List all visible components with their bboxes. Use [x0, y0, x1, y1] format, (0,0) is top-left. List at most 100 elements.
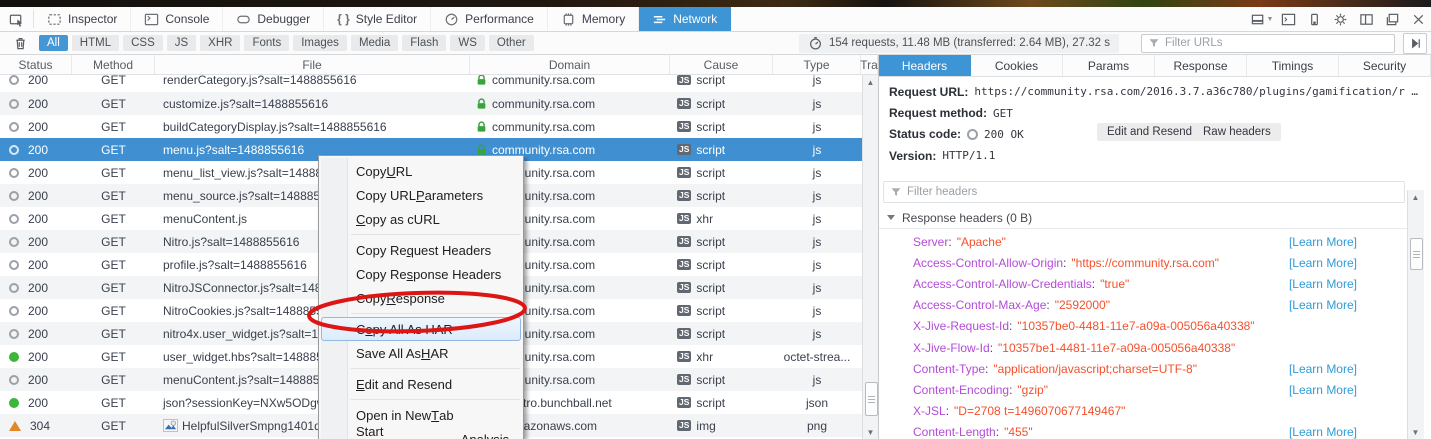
- close-button[interactable]: [1405, 7, 1431, 31]
- tab-network[interactable]: Network: [639, 7, 731, 31]
- cause: script: [696, 373, 725, 387]
- scroll-up-arrow[interactable]: ▲: [863, 75, 878, 89]
- status-code: 200: [28, 396, 48, 410]
- filter-flash[interactable]: Flash: [402, 35, 446, 51]
- menu-item-copy-request-headers[interactable]: Copy Request Headers: [321, 238, 521, 262]
- header-name: X-Jive-Request-Id: [913, 319, 1009, 333]
- tab-console[interactable]: Console: [131, 7, 223, 31]
- debugger-icon: [236, 12, 251, 27]
- filter-html[interactable]: HTML: [72, 35, 119, 51]
- learn-more-link[interactable]: [Learn More]: [1289, 362, 1357, 376]
- details-tab-headers[interactable]: Headers: [879, 55, 971, 76]
- filter-ws[interactable]: WS: [450, 35, 485, 51]
- menu-item-copy-url-parameters[interactable]: Copy URL Parameters: [321, 183, 521, 207]
- js-cause-badge: JS: [677, 420, 691, 431]
- learn-more-link[interactable]: [Learn More]: [1289, 256, 1357, 270]
- menu-item-edit-and-resend[interactable]: Edit and Resend: [321, 372, 521, 396]
- raw-headers-button[interactable]: Raw headers: [1193, 123, 1281, 141]
- details-tab-params[interactable]: Params: [1063, 55, 1155, 76]
- tab-performance[interactable]: Performance: [431, 7, 548, 31]
- clear-requests-button[interactable]: [4, 36, 37, 51]
- console-split-button[interactable]: [1275, 7, 1301, 31]
- header-value: "10357be0-4481-11e7-a09a-005056a40338": [1017, 319, 1254, 333]
- menu-item-start-performance-analysis[interactable]: Start Performance Analysis...: [321, 427, 521, 439]
- js-cause-badge: JS: [677, 98, 691, 109]
- requests-scrollbar[interactable]: ▲ ▼: [862, 75, 878, 439]
- details-tab-response[interactable]: Response: [1155, 55, 1247, 76]
- filter-media[interactable]: Media: [351, 35, 398, 51]
- menu-item-copy-response-headers[interactable]: Copy Response Headers: [321, 262, 521, 286]
- method: GET: [72, 97, 155, 111]
- menu-item-copy-as-curl[interactable]: Copy as cURL: [321, 207, 521, 231]
- scroll-down-arrow[interactable]: ▼: [863, 425, 878, 439]
- filter-headers-input[interactable]: Filter headers: [883, 181, 1405, 203]
- method: GET: [72, 327, 155, 341]
- type: js: [773, 258, 861, 272]
- status-code-icon: [967, 129, 978, 140]
- edit-and-resend-button[interactable]: Edit and Resend: [1097, 123, 1202, 141]
- details-pane-toggle-button[interactable]: [1403, 33, 1427, 54]
- tab-inspector[interactable]: Inspector: [34, 7, 131, 31]
- menu-item-copy-url[interactable]: Copy URL: [321, 159, 521, 183]
- requests-summary[interactable]: 154 requests, 11.48 MB (transferred: 2.6…: [799, 34, 1119, 53]
- funnel-icon: [1148, 37, 1160, 49]
- details-tab-cookies[interactable]: Cookies: [971, 55, 1063, 76]
- filter-other[interactable]: Other: [489, 35, 534, 51]
- image-icon: [163, 419, 178, 432]
- details-tab-security[interactable]: Security: [1339, 55, 1431, 76]
- sidebar-icon: [1359, 12, 1374, 27]
- scrollbar-thumb[interactable]: [865, 382, 878, 416]
- pick-element-icon: [9, 12, 24, 27]
- learn-more-link[interactable]: [Learn More]: [1289, 277, 1357, 291]
- popout-button[interactable]: [1379, 7, 1405, 31]
- sidebar-button[interactable]: [1353, 7, 1379, 31]
- cause: script: [696, 143, 725, 157]
- js-cause-badge: JS: [677, 259, 691, 270]
- request-row[interactable]: 200 GET customize.js?salt=1488855616 com…: [0, 92, 862, 115]
- menu-item-save-all-as-har[interactable]: Save All As HAR: [321, 341, 521, 365]
- filter-fonts[interactable]: Fonts: [244, 35, 289, 51]
- menu-separator: [351, 313, 520, 314]
- scroll-down-arrow[interactable]: ▼: [1408, 425, 1423, 439]
- column-header-type[interactable]: Type: [773, 55, 861, 74]
- details-tab-timings[interactable]: Timings: [1247, 55, 1339, 76]
- tab-style-editor[interactable]: { } Style Editor: [324, 7, 431, 31]
- tab-debugger[interactable]: Debugger: [223, 7, 324, 31]
- learn-more-link[interactable]: [Learn More]: [1289, 425, 1357, 439]
- details-scrollbar[interactable]: ▲ ▼: [1407, 190, 1424, 439]
- http-version-value: HTTP/1.1: [942, 149, 995, 162]
- pick-element-button[interactable]: [0, 7, 33, 31]
- request-row[interactable]: 200 GET renderCategory.js?salt=148885561…: [0, 75, 862, 92]
- scrollbar-thumb[interactable]: [1410, 238, 1423, 270]
- request-row[interactable]: 200 GET buildCategoryDisplay.js?salt=148…: [0, 115, 862, 138]
- gear-button[interactable]: [1327, 7, 1353, 31]
- column-header-cause[interactable]: Cause: [670, 55, 773, 74]
- menu-item-copy-response[interactable]: Copy Response: [321, 286, 521, 310]
- learn-more-link[interactable]: [Learn More]: [1289, 383, 1357, 397]
- filter-xhr[interactable]: XHR: [200, 35, 240, 51]
- method: GET: [72, 212, 155, 226]
- responsive-button[interactable]: [1301, 7, 1327, 31]
- column-header-status[interactable]: Status: [0, 55, 72, 74]
- tab-memory[interactable]: Memory: [548, 7, 639, 31]
- filter-all[interactable]: All: [39, 35, 68, 51]
- header-value: "true": [1100, 277, 1129, 291]
- column-header-file[interactable]: File: [155, 55, 470, 74]
- learn-more-link[interactable]: [Learn More]: [1289, 298, 1357, 312]
- column-header-method[interactable]: Method: [72, 55, 155, 74]
- request-details-pane: HeadersCookiesParamsResponseTimingsSecur…: [878, 55, 1431, 439]
- column-header-domain[interactable]: Domain: [470, 55, 670, 74]
- method: GET: [72, 373, 155, 387]
- filter-js[interactable]: JS: [167, 35, 196, 51]
- filter-images[interactable]: Images: [293, 35, 347, 51]
- column-header-tra[interactable]: Tra: [861, 55, 878, 74]
- menu-item-copy-all-as-har[interactable]: Copy All As HAR: [321, 317, 521, 341]
- dock-bottom-button[interactable]: ▼: [1249, 7, 1275, 31]
- gear-icon: [1333, 12, 1348, 27]
- scroll-up-arrow[interactable]: ▲: [1408, 190, 1423, 204]
- filter-css[interactable]: CSS: [123, 35, 163, 51]
- learn-more-link[interactable]: [Learn More]: [1289, 235, 1357, 249]
- status-code: 200: [28, 166, 48, 180]
- filter-urls-input[interactable]: Filter URLs: [1141, 34, 1395, 53]
- method: GET: [72, 350, 155, 364]
